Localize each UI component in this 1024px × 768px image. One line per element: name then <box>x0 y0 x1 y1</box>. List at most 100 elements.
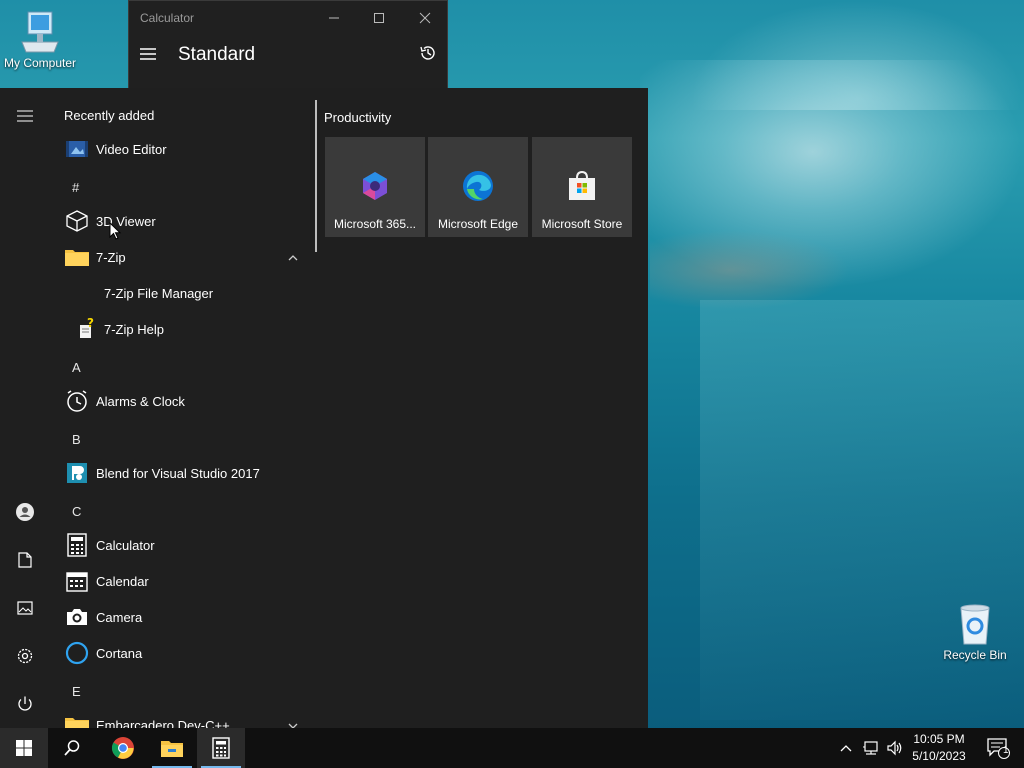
network-button[interactable] <box>860 728 882 768</box>
app-item-video-editor[interactable]: Video Editor <box>50 132 310 166</box>
app-item-calendar[interactable]: Calendar <box>50 564 310 598</box>
windows-logo-icon <box>16 740 32 756</box>
minimize-icon <box>329 17 339 19</box>
history-button[interactable] <box>419 44 437 65</box>
app-item-3d-viewer[interactable]: 3D Viewer <box>50 204 310 238</box>
chevron-up-icon <box>840 745 852 752</box>
group-letter-e[interactable]: E <box>72 684 81 699</box>
expand-menu-button[interactable] <box>0 96 50 136</box>
pictures-button[interactable] <box>0 588 50 628</box>
app-list[interactable]: Recently added Video Editor # 3D Viewer … <box>50 88 312 728</box>
close-button[interactable] <box>414 7 436 29</box>
window-title: Calculator <box>140 11 195 25</box>
gear-icon <box>17 648 33 664</box>
desktop-icon-my-computer[interactable]: My Computer <box>0 8 80 70</box>
edge-icon <box>463 171 493 201</box>
start-rail <box>0 88 50 728</box>
group-letter-a[interactable]: A <box>72 360 81 375</box>
app-label: Camera <box>96 609 143 625</box>
document-icon <box>18 552 32 568</box>
store-icon <box>569 170 595 200</box>
start-button[interactable] <box>0 728 48 768</box>
search-icon <box>64 740 80 756</box>
search-button[interactable] <box>48 728 96 768</box>
clock[interactable]: 10:05 PM 5/10/2023 <box>906 731 972 765</box>
maximize-button[interactable] <box>368 7 390 29</box>
show-hidden-icons-button[interactable] <box>836 728 856 768</box>
notification-count-badge: 1 <box>1003 745 1009 756</box>
recently-added-header: Recently added <box>64 108 155 123</box>
calculator-icon <box>212 737 230 759</box>
app-label: 3D Viewer <box>96 213 156 229</box>
app-label: Video Editor <box>96 141 167 157</box>
calendar-icon <box>66 572 88 592</box>
svg-text:?: ? <box>87 318 94 330</box>
minimize-button[interactable] <box>323 7 345 29</box>
tile-microsoft-store[interactable]: Microsoft Store <box>532 137 632 237</box>
app-item-7zip-help[interactable]: ? 7-Zip Help <box>50 312 310 346</box>
hamburger-icon <box>17 110 33 122</box>
app-label: Embarcadero Dev-C++ <box>96 717 230 729</box>
documents-button[interactable] <box>0 540 50 580</box>
app-item-calculator[interactable]: Calculator <box>50 528 310 562</box>
account-button[interactable] <box>0 492 50 532</box>
camera-icon <box>67 609 87 625</box>
taskbar-file-explorer[interactable] <box>148 728 196 768</box>
group-letter-b[interactable]: B <box>72 432 81 447</box>
app-item-cortana[interactable]: Cortana <box>50 636 310 670</box>
group-letter-c[interactable]: C <box>72 504 81 519</box>
folder-icon <box>65 250 89 266</box>
chrome-icon <box>111 737 134 759</box>
desktop-icon-recycle-bin[interactable]: Recycle Bin <box>935 602 1015 662</box>
desktop-icon-label: My Computer <box>3 56 77 70</box>
volume-button[interactable] <box>884 728 906 768</box>
app-label: 7-Zip <box>96 249 126 265</box>
taskbar-chrome[interactable] <box>99 728 147 768</box>
app-item-alarms-clock[interactable]: Alarms & Clock <box>50 384 310 418</box>
taskbar-calculator[interactable] <box>197 728 245 768</box>
tile-microsoft-edge[interactable]: Microsoft Edge <box>428 137 528 237</box>
speaker-icon <box>887 740 902 756</box>
chevron-down-icon[interactable] <box>288 718 298 728</box>
tile-group-header[interactable]: Productivity <box>324 110 391 125</box>
settings-button[interactable] <box>0 636 50 676</box>
app-label: Calculator <box>96 537 155 553</box>
power-button[interactable] <box>0 684 50 724</box>
user-icon <box>16 503 34 521</box>
wallpaper-wave <box>650 230 850 310</box>
tile-label: Microsoft 365... <box>333 217 417 231</box>
app-folder-7zip[interactable]: 7-Zip <box>50 240 310 274</box>
recycle-bin-icon <box>960 604 990 645</box>
title-bar[interactable]: Calculator <box>129 1 447 35</box>
app-item-7zip-file-manager[interactable]: 7-Zip File Manager <box>50 276 310 310</box>
app-label: Alarms & Clock <box>96 393 185 409</box>
app-label: Calendar <box>96 573 149 589</box>
desktop-icon-label: Recycle Bin <box>943 648 1007 662</box>
pictures-icon <box>17 601 33 615</box>
microsoft-365-icon <box>363 172 387 200</box>
action-center-button[interactable]: 1 <box>978 728 1018 768</box>
chevron-up-icon[interactable] <box>288 250 298 265</box>
calculator-window[interactable]: Calculator Standard <box>128 0 448 90</box>
group-letter-hash[interactable]: # <box>72 180 79 195</box>
app-label: 7-Zip File Manager <box>104 285 214 301</box>
clock-date: 5/10/2023 <box>912 749 966 763</box>
tile-label: Microsoft Edge <box>437 217 519 231</box>
tile-label: Microsoft Store <box>541 217 623 231</box>
cortana-icon <box>65 641 89 665</box>
7zip-file-manager-icon <box>72 278 102 308</box>
navigation-menu-button[interactable] <box>140 47 156 64</box>
scrollbar[interactable] <box>315 100 317 252</box>
clock-time: 10:05 PM <box>913 732 965 746</box>
app-item-blend[interactable]: Blend for Visual Studio 2017 <box>50 456 310 490</box>
folder-icon <box>65 718 89 728</box>
tile-microsoft-365[interactable]: Microsoft 365... <box>325 137 425 237</box>
close-icon <box>419 12 431 24</box>
hamburger-icon <box>140 47 156 60</box>
app-item-camera[interactable]: Camera <box>50 600 310 634</box>
taskbar: 10:05 PM 5/10/2023 1 <box>0 728 1024 768</box>
app-folder-embarcadero[interactable]: Embarcadero Dev-C++ <box>50 708 310 728</box>
app-label: Cortana <box>96 645 143 661</box>
history-icon <box>420 46 435 60</box>
calculator-mode: Standard <box>178 44 256 65</box>
